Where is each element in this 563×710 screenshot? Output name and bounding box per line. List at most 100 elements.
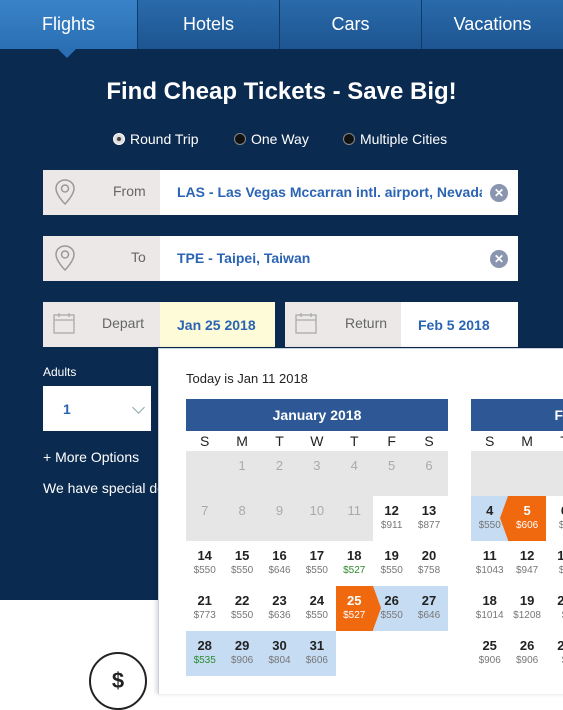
calendar-day[interactable]: 18 $1014 bbox=[471, 586, 508, 631]
calendar-day[interactable]: 29 $906 bbox=[223, 631, 261, 676]
day-price: $550 bbox=[193, 565, 216, 576]
day-price: $906 bbox=[230, 655, 254, 666]
calendar-day[interactable]: 12 $947 bbox=[508, 541, 545, 586]
day-number: 7 bbox=[201, 503, 209, 518]
return-label-box: Return bbox=[285, 302, 401, 347]
weekday-label: T bbox=[546, 431, 563, 451]
return-field[interactable]: Return Feb 5 2018 bbox=[285, 302, 518, 347]
day-price: $527 bbox=[343, 610, 366, 621]
calendar-day[interactable]: 12 $911 bbox=[373, 496, 410, 541]
day-number: 27 bbox=[546, 631, 563, 653]
trip-type-radios: Round Trip One Way Multiple Cities bbox=[0, 131, 563, 151]
calendar-day[interactable]: 31 $606 bbox=[298, 631, 336, 676]
day-price: $911 bbox=[380, 520, 403, 531]
calendar-day[interactable]: 21 $773 bbox=[186, 586, 223, 631]
clear-to-icon[interactable]: ✕ bbox=[490, 250, 508, 268]
day-number: 18 bbox=[482, 593, 497, 608]
active-tab-pointer bbox=[58, 49, 76, 58]
day-number: 27 bbox=[421, 593, 437, 608]
calendar-day[interactable]: 22 $550 bbox=[223, 586, 260, 631]
day-price: $646 bbox=[268, 565, 291, 576]
calendar-day[interactable]: 11 $1043 bbox=[471, 541, 508, 586]
calendar-day[interactable]: 15 $550 bbox=[223, 541, 260, 586]
weekday-label: S bbox=[424, 433, 434, 449]
day-price: $1043 bbox=[475, 565, 504, 576]
calendar-day[interactable]: 16 $646 bbox=[261, 541, 298, 586]
day-number: 23 bbox=[272, 593, 287, 608]
dollar-badge-icon: $ bbox=[89, 652, 147, 710]
radio-unselected-icon bbox=[234, 133, 246, 145]
day-number: 1 bbox=[238, 458, 246, 473]
day-price: $1208 bbox=[513, 610, 541, 621]
more-options-link[interactable]: + More Options bbox=[43, 449, 139, 465]
to-label-box: To bbox=[43, 236, 160, 281]
calendar-day: 9 bbox=[260, 496, 299, 541]
day-number: 28 bbox=[197, 638, 212, 653]
radio-one-way[interactable]: One Way bbox=[234, 131, 309, 147]
calendar-day[interactable]: 30 $804 bbox=[260, 631, 299, 676]
calendar-day[interactable]: 5 $606 bbox=[500, 496, 546, 541]
calendar-day[interactable]: 6$6 bbox=[546, 496, 563, 541]
page-title: Find Cheap Tickets - Save Big! bbox=[106, 78, 457, 105]
day-number: 15 bbox=[234, 548, 250, 563]
to-field[interactable]: To TPE - Taipei, Taiwan ✕ bbox=[43, 236, 518, 281]
from-input[interactable]: LAS - Las Vegas Mccarran intl. airport, … bbox=[160, 170, 518, 215]
calendar-day: 7 bbox=[186, 496, 224, 541]
weekday-label: M bbox=[236, 433, 248, 449]
calendar-day[interactable]: 20 $758 bbox=[410, 541, 447, 586]
tab-hotels[interactable]: Hotels bbox=[138, 0, 280, 49]
adults-label: Adults bbox=[43, 365, 77, 379]
calendar-day[interactable]: 26 $906 bbox=[508, 631, 545, 676]
tab-cars[interactable]: Cars bbox=[280, 0, 422, 49]
calendar-day[interactable]: 13 $877 bbox=[410, 496, 447, 541]
calendar-day[interactable]: 25 $906 bbox=[471, 631, 508, 676]
date-picker-popup: Today is Jan 11 2018 January 2018 SMTWTF… bbox=[158, 348, 563, 694]
from-field[interactable]: From LAS - Las Vegas Mccarran intl. airp… bbox=[43, 170, 518, 215]
day-number: 11 bbox=[482, 548, 497, 563]
calendar-day: 2 bbox=[260, 451, 299, 496]
from-value: LAS - Las Vegas Mccarran intl. airport, … bbox=[177, 184, 482, 200]
day-price: $550 bbox=[230, 565, 254, 576]
calendar-day[interactable]: 19 $1208 bbox=[508, 586, 545, 631]
calendar-blank bbox=[508, 451, 546, 496]
to-value: TPE - Taipei, Taiwan bbox=[177, 250, 311, 266]
location-pin-icon bbox=[55, 245, 75, 271]
tab-flights[interactable]: Flights bbox=[0, 0, 138, 49]
radio-label: One Way bbox=[251, 131, 309, 147]
calendar-day[interactable]: 23 $636 bbox=[261, 586, 298, 631]
calendar-month: February 2018 SMTWTFS 1234$5505$6066$678… bbox=[471, 399, 563, 676]
depart-field[interactable]: Depart Jan 25 2018 bbox=[43, 302, 275, 347]
calendar-day[interactable]: 27 $ bbox=[546, 631, 563, 676]
day-price: $804 bbox=[268, 655, 291, 666]
depart-input[interactable]: Jan 25 2018 bbox=[160, 302, 275, 347]
calendar-day[interactable]: 27 $646 bbox=[410, 586, 448, 631]
special-deals-text: We have special de bbox=[43, 480, 160, 496]
day-number: 18 bbox=[347, 548, 362, 563]
day-price: $ bbox=[546, 610, 563, 621]
calendar-day[interactable]: 25 $527 bbox=[335, 586, 382, 631]
day-number: 24 bbox=[309, 593, 325, 608]
day-grid: 1 2 3 4 5 6 7 8 9 10 11 12 $911 13 $877 14 $550 15 $550 16 $… bbox=[186, 451, 448, 676]
day-number: 19 bbox=[519, 593, 535, 608]
calendar-day[interactable]: 17 $550 bbox=[298, 541, 335, 586]
chevron-down-icon bbox=[132, 401, 145, 414]
return-value: Feb 5 2018 bbox=[418, 317, 490, 333]
location-pin-icon bbox=[55, 179, 75, 205]
day-number: 9 bbox=[275, 503, 284, 518]
calendar-day: 5 bbox=[372, 451, 411, 496]
radio-multiple-cities[interactable]: Multiple Cities bbox=[343, 131, 447, 147]
clear-from-icon[interactable]: ✕ bbox=[490, 184, 508, 202]
day-number: 13 bbox=[546, 541, 563, 563]
adults-select[interactable]: 1 bbox=[43, 386, 151, 431]
calendar-day[interactable]: 28 $535 bbox=[186, 631, 224, 676]
calendar-day[interactable]: 20 $ bbox=[546, 586, 563, 631]
tab-vacations[interactable]: Vacations bbox=[422, 0, 563, 49]
calendar-day[interactable]: 14 $550 bbox=[186, 541, 223, 586]
calendar-day[interactable]: 19 $550 bbox=[373, 541, 410, 586]
calendar-day[interactable]: 24 $550 bbox=[298, 586, 335, 631]
calendar-day[interactable]: 18 $527 bbox=[336, 541, 373, 586]
to-input[interactable]: TPE - Taipei, Taiwan ✕ bbox=[160, 236, 518, 281]
return-input[interactable]: Feb 5 2018 bbox=[401, 302, 518, 347]
calendar-day[interactable]: 13$1 bbox=[546, 541, 563, 586]
radio-round-trip[interactable]: Round Trip bbox=[113, 131, 198, 147]
